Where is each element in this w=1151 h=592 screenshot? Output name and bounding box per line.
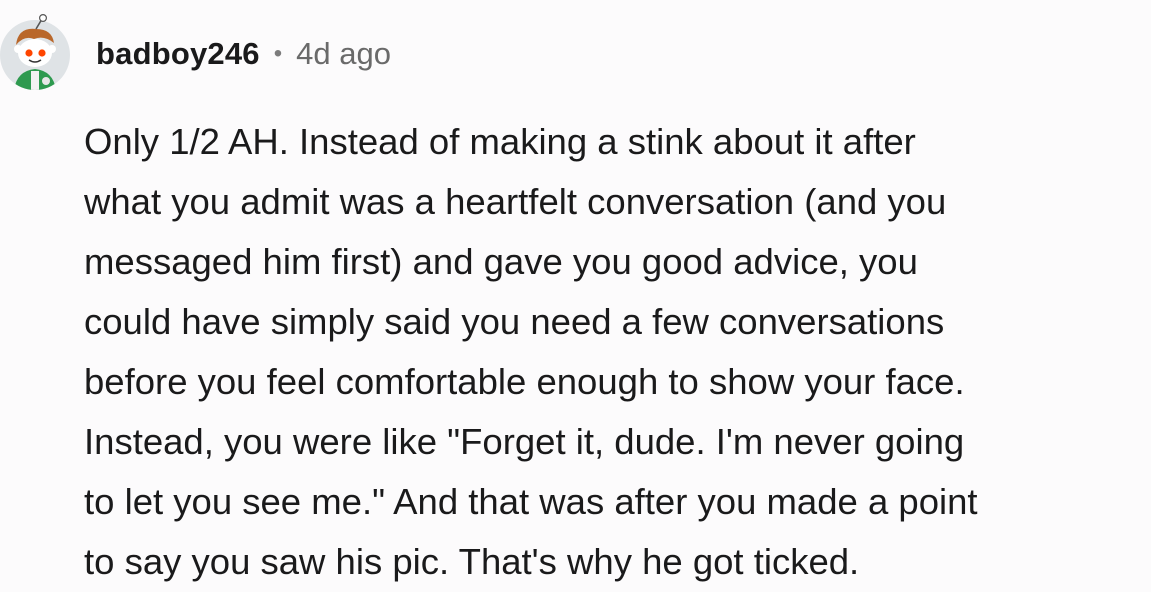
comment-line: what you admit was a heartfelt conversat… xyxy=(84,181,947,222)
comment-header: badboy246 • 4d ago xyxy=(96,34,391,74)
comment-line: could have simply said you need a few co… xyxy=(84,301,945,342)
comment-line: to let you see me." And that was after y… xyxy=(84,481,978,522)
comment-line: Instead, you were like "Forget it, dude.… xyxy=(84,421,965,462)
comment: badboy246 • 4d ago Only 1/2 AH. Instead … xyxy=(0,0,1151,592)
comment-line: to say you saw his pic. That's why he go… xyxy=(84,541,860,582)
user-avatar[interactable] xyxy=(0,13,70,91)
comment-line: Only 1/2 AH. Instead of making a stink a… xyxy=(84,121,916,162)
username-link[interactable]: badboy246 xyxy=(96,36,260,72)
timestamp[interactable]: 4d ago xyxy=(296,36,391,72)
snoo-avatar-icon xyxy=(0,13,70,90)
comment-line: messaged him first) and gave you good ad… xyxy=(84,241,918,282)
separator-dot: • xyxy=(273,40,283,67)
comment-line: before you feel comfortable enough to sh… xyxy=(84,361,965,402)
comment-body: Only 1/2 AH. Instead of making a stink a… xyxy=(84,112,1151,592)
